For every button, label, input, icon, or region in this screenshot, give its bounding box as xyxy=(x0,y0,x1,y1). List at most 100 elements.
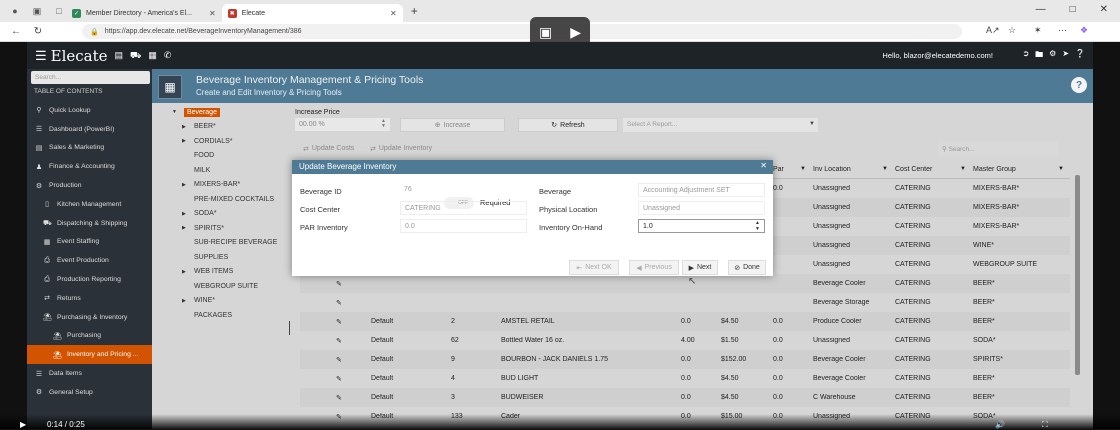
settings-icon[interactable]: ⚙ xyxy=(1049,49,1056,63)
sidebar-item-purchasing[interactable]: ⛱ Purchasing xyxy=(27,327,152,346)
next-button[interactable]: ▶ Next xyxy=(682,260,718,275)
previous-button[interactable]: ◀ Previous xyxy=(629,260,679,275)
column-header[interactable]: Inv Location ▼ xyxy=(810,166,892,173)
table-row[interactable]: ✎ Beverage Storage CATERING BEER* xyxy=(300,293,1070,312)
sidebar-item-production-reporting[interactable]: ⎙ Production Reporting xyxy=(27,270,152,289)
table-row[interactable]: ✎ Beverage Cooler CATERING BEER* xyxy=(300,274,1070,293)
tree-item[interactable]: SUB-RECIPE BEVERAGE xyxy=(172,236,292,251)
tab-elecate[interactable]: ✖ Elecate ✕ xyxy=(221,4,403,22)
tree-item[interactable]: FOOD xyxy=(172,149,292,164)
help-icon[interactable]: ❔ xyxy=(1075,49,1085,63)
tree-item[interactable]: PRE-MIXED COCKTAILS xyxy=(172,192,292,207)
edit-icon[interactable]: ✎ xyxy=(328,375,368,383)
maximize-icon[interactable]: □ xyxy=(1070,4,1076,15)
edit-icon[interactable]: ✎ xyxy=(328,318,368,326)
column-header[interactable]: Par ▼ xyxy=(770,166,810,173)
menu-icon[interactable]: ☰ xyxy=(35,48,47,64)
tree-item[interactable]: SUPPLIES xyxy=(172,250,292,265)
favorite-icon[interactable]: ☆ xyxy=(1008,25,1016,36)
tree-item[interactable]: ▼ Beverage xyxy=(172,105,292,120)
edit-icon[interactable]: ✎ xyxy=(328,337,368,345)
done-button[interactable]: ⊘ Done xyxy=(728,260,766,275)
tree-item[interactable]: ▶ BEER* xyxy=(172,120,292,135)
filter-icon[interactable]: ▼ xyxy=(1058,166,1064,172)
sidebar-item-event-staffing[interactable]: ▦ Event Staffing xyxy=(27,233,152,252)
on-hand-input[interactable]: 1.0 xyxy=(638,219,765,233)
column-header[interactable]: Master Group ▼ xyxy=(970,166,1068,173)
caret-right-icon[interactable]: ▶ xyxy=(182,182,188,188)
logo[interactable]: ☰ Elecate ▤ ⛟ ▦ ✆ xyxy=(35,47,171,65)
table-row[interactable]: ✎ Default 2 AMSTEL RETAIL 0.0 $4.50 0.0 Produce… xyxy=(300,312,1070,331)
on-hand-spinner[interactable]: ▲ ▼ xyxy=(755,220,760,232)
filter-icon[interactable]: ▼ xyxy=(882,166,888,172)
grid-icon[interactable]: ▦ xyxy=(148,50,157,61)
close-window-icon[interactable]: ✕ xyxy=(1100,4,1108,15)
update-costs-button[interactable]: ⇄ Update Costs xyxy=(303,145,354,153)
tree-item[interactable]: ▶ SODA* xyxy=(172,207,292,222)
report-select[interactable]: Select A Report... ▼ xyxy=(623,118,818,132)
sidebar-item-kitchen-management[interactable]: ▯ Kitchen Management xyxy=(27,195,152,214)
sidebar-item-returns[interactable]: ⇄ Returns xyxy=(27,289,152,308)
tree-item[interactable]: PACKAGES xyxy=(172,308,292,323)
tree-item[interactable]: ▶ WEB ITEMS xyxy=(172,265,292,280)
caret-right-icon[interactable]: ▶ xyxy=(182,211,188,217)
sidebar-item-dispatching-shipping[interactable]: ⛟ Dispatching & Shipping xyxy=(27,214,152,233)
truck-icon[interactable]: ⛟ xyxy=(130,50,141,62)
tree-item[interactable]: WEBGROUP SUITE xyxy=(172,279,292,294)
caret-right-icon[interactable]: ▶ xyxy=(182,138,188,144)
increase-button[interactable]: ⊕ Increase xyxy=(400,118,505,132)
tree-item[interactable]: ▶ WINE* xyxy=(172,294,292,309)
tree-item[interactable]: ▶ SPIRITS* xyxy=(172,221,292,236)
caret-right-icon[interactable]: ▶ xyxy=(182,225,188,231)
table-row[interactable]: ✎ Default 9 BOURBON - JACK DANIELS 1.75 0.0 $… xyxy=(300,350,1070,369)
workspaces-icon[interactable]: ▣ xyxy=(30,4,44,18)
table-row[interactable]: ✎ Default 62 Bottled Water 16 oz. 4.00 $1.50 0… xyxy=(300,331,1070,350)
more-icon[interactable]: ⋯ xyxy=(1058,25,1067,36)
sidebar-item-sales-marketing[interactable]: ▤ Sales & Marketing xyxy=(27,139,152,158)
play-icon[interactable]: ▶ xyxy=(20,420,26,429)
sidebar-item-inventory-and-pricing[interactable]: ⛱ Inventory and Pricing ... xyxy=(27,345,152,365)
url-field[interactable]: 🔒 https://app.dev.elecate.net/BeverageIn… xyxy=(82,24,962,39)
back-icon[interactable]: ← xyxy=(10,26,22,37)
caret-down-icon[interactable]: ▼ xyxy=(172,109,178,115)
column-header[interactable]: Cost Center ▼ xyxy=(892,166,970,173)
table-row[interactable]: ✎ Default 4 BUD LIGHT 0.0 $4.50 0.0 Beverage Co… xyxy=(300,369,1070,388)
sidebar-item-general-setup[interactable]: ⚙ General Setup xyxy=(27,383,152,402)
filter-icon[interactable]: ▼ xyxy=(800,166,806,172)
edit-icon[interactable]: ✎ xyxy=(328,280,368,288)
next-ok-button[interactable]: ⇤ Next OK xyxy=(569,260,619,275)
grid-scrollbar[interactable] xyxy=(1075,175,1080,375)
profile-icon[interactable]: ● xyxy=(8,4,22,18)
sidebar-item-production[interactable]: ⚙ Production xyxy=(27,176,152,195)
folder-icon[interactable]: 🖿 xyxy=(1035,49,1043,63)
table-row[interactable]: ✎ Default 3 BUDWEISER 0.0 $4.50 0.0 C Warehouse… xyxy=(300,388,1070,407)
close-icon[interactable]: ✕ xyxy=(760,161,767,170)
percent-spinner[interactable]: ▲ ▼ xyxy=(381,119,386,129)
sidebar-item-dashboard-powerbi[interactable]: ☰ Dashboard (PowerBI) xyxy=(27,120,152,139)
table-search-input[interactable]: ⚲ Search... xyxy=(938,142,1058,156)
sidebar-item-purchasing-inventory[interactable]: ⛱ Purchasing & Inventory xyxy=(27,308,152,327)
percent-input[interactable]: 00.00 % xyxy=(295,118,390,131)
caret-right-icon[interactable]: ▶ xyxy=(182,298,188,304)
tree-item[interactable]: MILK xyxy=(172,163,292,178)
favorites-bar-icon[interactable]: ✶ xyxy=(1034,25,1042,36)
update-inventory-button[interactable]: ⇄ Update Inventory xyxy=(370,145,432,153)
filter-icon[interactable]: ▼ xyxy=(960,166,966,172)
sidebar-item-quick-lookup[interactable]: ⚲ Quick Lookup xyxy=(27,101,152,120)
minimize-icon[interactable]: — xyxy=(1036,4,1046,15)
close-tab-icon[interactable]: ✕ xyxy=(209,9,216,18)
close-tab-icon[interactable]: ✕ xyxy=(390,9,397,18)
calculator-icon[interactable]: ▤ xyxy=(115,50,124,61)
sidebar-item-data-items[interactable]: ☰ Data Items xyxy=(27,364,152,383)
caret-right-icon[interactable]: ▶ xyxy=(182,124,188,130)
volume-icon[interactable]: 🔊 xyxy=(995,420,1005,429)
edit-icon[interactable]: ✎ xyxy=(328,299,368,307)
help-icon[interactable]: ? xyxy=(1071,77,1087,93)
sidebar-item-event-production[interactable]: ⎙ Event Production xyxy=(27,251,152,270)
edit-icon[interactable]: ✎ xyxy=(328,356,368,364)
refresh-button[interactable]: ↻ Refresh xyxy=(518,118,618,132)
sidebar-item-finance-accounting[interactable]: ♟ Finance & Accounting xyxy=(27,157,152,176)
caret-right-icon[interactable]: ▶ xyxy=(182,269,188,275)
copilot-icon[interactable]: ❖ xyxy=(1080,25,1088,36)
read-aloud-icon[interactable]: A↗ xyxy=(986,25,1000,36)
